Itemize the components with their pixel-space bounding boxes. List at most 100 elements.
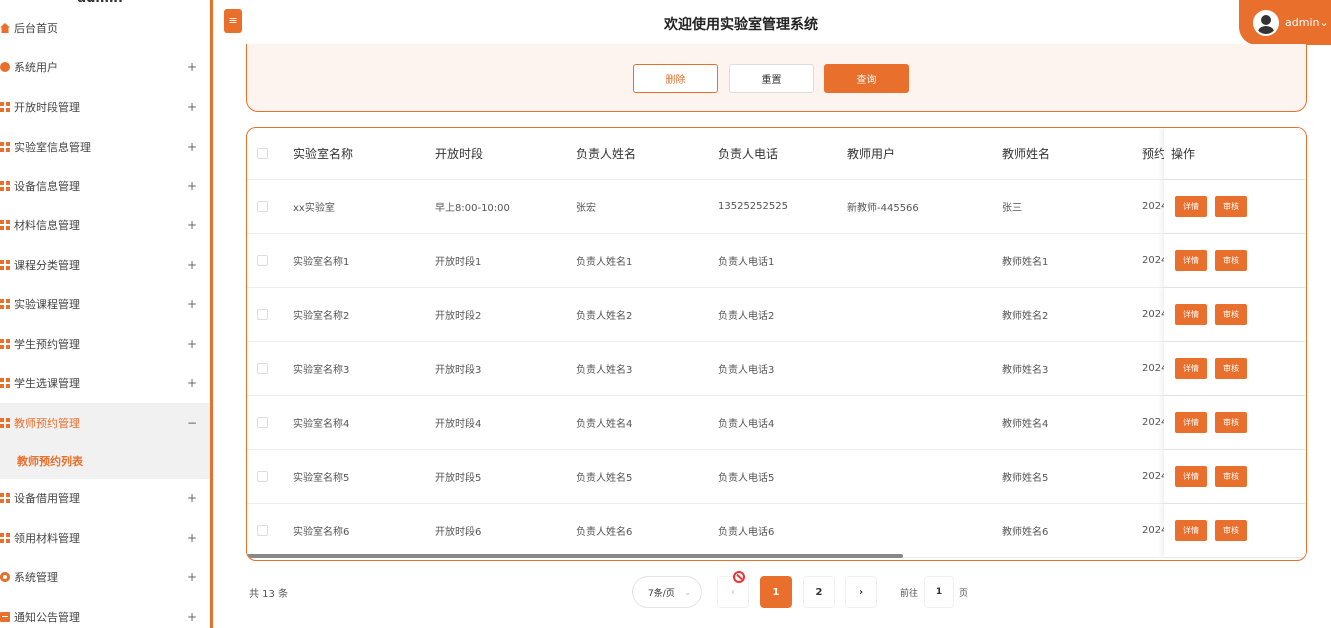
sidebar-item-home[interactable]: 后台首页 (0, 8, 210, 48)
row-select-cell[interactable] (257, 504, 268, 557)
row-select-cell[interactable] (257, 288, 268, 341)
table-cell: 负责人姓名4 (576, 419, 633, 430)
audit-button[interactable]: 审核 (1215, 196, 1247, 217)
row-checkbox[interactable] (257, 417, 268, 428)
not-allowed-icon (733, 571, 745, 583)
detail-button[interactable]: 详情 (1175, 520, 1207, 541)
table-cell: 实验室名称4 (293, 419, 350, 430)
table-cell: 实验室名称1 (293, 257, 350, 268)
row-checkbox[interactable] (257, 471, 268, 482)
expand-icon[interactable]: + (187, 376, 197, 390)
row-checkbox[interactable] (257, 525, 268, 536)
expand-icon[interactable]: + (187, 610, 197, 624)
sidebar-item-system-management[interactable]: 系统管理 + (0, 557, 210, 597)
expand-icon[interactable]: + (187, 491, 197, 505)
chevron-down-icon: ⌄ (684, 587, 691, 597)
sidebar-item-student-booking[interactable]: 学生预约管理 + (0, 324, 210, 364)
horizontal-scrollbar[interactable] (247, 554, 903, 558)
row-select-cell[interactable] (257, 450, 268, 503)
audit-button[interactable]: 审核 (1215, 250, 1247, 271)
query-button[interactable]: 查询 (824, 64, 909, 93)
collapse-icon[interactable]: − (187, 416, 197, 430)
sidebar-item-equipment-info[interactable]: 设备信息管理 + (0, 166, 210, 206)
expand-icon[interactable]: + (187, 100, 197, 114)
expand-icon[interactable]: + (187, 297, 197, 311)
next-page-button[interactable]: › (845, 576, 877, 608)
table-cell: 教师姓名3 (1002, 365, 1049, 376)
sidebar-subitem-teacher-booking-list[interactable]: 教师预约列表 (0, 443, 210, 479)
table-cell: 教师姓名4 (1002, 419, 1049, 430)
row-select-cell[interactable] (257, 234, 268, 287)
sidebar-item-teacher-booking[interactable]: 教师预约管理 − (0, 403, 210, 443)
sidebar-item-system-users[interactable]: 系统用户 + (0, 47, 210, 87)
table-header-row: 实验室名称 开放时段 负责人姓名 负责人电话 教师用户 教师姓名 预约 操作 (247, 128, 1306, 180)
column-header: 教师姓名 (1002, 147, 1051, 161)
prev-page-button[interactable]: ‹ (717, 576, 749, 608)
sidebar-item-label: 开放时段管理 (14, 101, 80, 114)
audit-button[interactable]: 审核 (1215, 466, 1247, 487)
row-checkbox[interactable] (257, 201, 268, 212)
table-cell: 教师姓名6 (1002, 527, 1049, 538)
row-checkbox[interactable] (257, 363, 268, 374)
audit-button[interactable]: 审核 (1215, 412, 1247, 433)
row-checkbox[interactable] (257, 255, 268, 266)
expand-icon[interactable]: + (187, 60, 197, 74)
row-checkbox[interactable] (257, 309, 268, 320)
sidebar-item-material-info[interactable]: 材料信息管理 + (0, 205, 210, 245)
audit-button[interactable]: 审核 (1215, 358, 1247, 379)
sidebar-item-lab-course[interactable]: 实验课程管理 + (0, 284, 210, 324)
sidebar-item-material-collect[interactable]: 领用材料管理 + (0, 518, 210, 558)
chevron-down-icon: ⌄ (1319, 16, 1329, 29)
row-select-cell[interactable] (257, 396, 268, 449)
expand-icon[interactable]: + (187, 531, 197, 545)
avatar[interactable] (1253, 9, 1279, 36)
goto-page-input[interactable]: 1 (924, 576, 954, 608)
expand-icon[interactable]: + (187, 218, 197, 232)
sidebar-item-course-category[interactable]: 课程分类管理 + (0, 245, 210, 285)
detail-button[interactable]: 详情 (1175, 196, 1207, 217)
detail-button[interactable]: 详情 (1175, 304, 1207, 325)
detail-button[interactable]: 详情 (1175, 358, 1207, 379)
sidebar-item-label: 领用材料管理 (14, 532, 80, 545)
grid-icon (0, 533, 10, 543)
sidebar-item-student-course-selection[interactable]: 学生选课管理 + (0, 363, 210, 403)
expand-icon[interactable]: + (187, 140, 197, 154)
detail-button[interactable]: 详情 (1175, 466, 1207, 487)
page-size-value: 7条/页 (648, 588, 675, 599)
sidebar-item-label: 学生预约管理 (14, 338, 80, 351)
table-cell: 负责人电话5 (718, 473, 775, 484)
page-1-button[interactable]: 1 (760, 576, 792, 608)
sidebar-item-equipment-borrow[interactable]: 设备借用管理 + (0, 478, 210, 518)
select-all-checkbox[interactable] (257, 148, 268, 159)
expand-icon[interactable]: + (187, 179, 197, 193)
reset-button[interactable]: 重置 (729, 64, 814, 93)
user-menu[interactable]: admin⌄ (1239, 0, 1331, 45)
detail-button[interactable]: 详情 (1175, 412, 1207, 433)
row-select-cell[interactable] (257, 342, 268, 395)
expand-icon[interactable]: + (187, 570, 197, 584)
select-all-cell[interactable] (257, 128, 268, 179)
sidebar-item-label: 通知公告管理 (14, 611, 80, 624)
sidebar-item-notice-management[interactable]: 通知公告管理 + (0, 597, 210, 628)
sidebar-item-label: 学生选课管理 (14, 377, 80, 390)
user-name[interactable]: admin⌄ (1285, 16, 1329, 29)
delete-button[interactable]: 删除 (633, 64, 718, 93)
table-cell: 新教师-445566 (847, 203, 919, 214)
user-icon (0, 62, 10, 72)
column-header: 负责人电话 (718, 147, 779, 161)
sidebar-item-lab-info[interactable]: 实验室信息管理 + (0, 127, 210, 167)
row-select-cell[interactable] (257, 180, 268, 233)
audit-button[interactable]: 审核 (1215, 304, 1247, 325)
expand-icon[interactable]: + (187, 258, 197, 272)
page-2-button[interactable]: 2 (803, 576, 835, 608)
page-size-select[interactable]: 7条/页 ⌄ (632, 576, 702, 608)
audit-button[interactable]: 审核 (1215, 520, 1247, 541)
sidebar-item-label: 实验课程管理 (14, 298, 80, 311)
expand-icon[interactable]: + (187, 337, 197, 351)
sidebar-item-open-period[interactable]: 开放时段管理 + (0, 87, 210, 127)
grid-icon (0, 142, 10, 152)
notice-icon (0, 612, 10, 622)
table-cell: 负责人电话6 (718, 527, 775, 538)
detail-button[interactable]: 详情 (1175, 250, 1207, 271)
table-cell: 负责人电话1 (718, 257, 775, 268)
